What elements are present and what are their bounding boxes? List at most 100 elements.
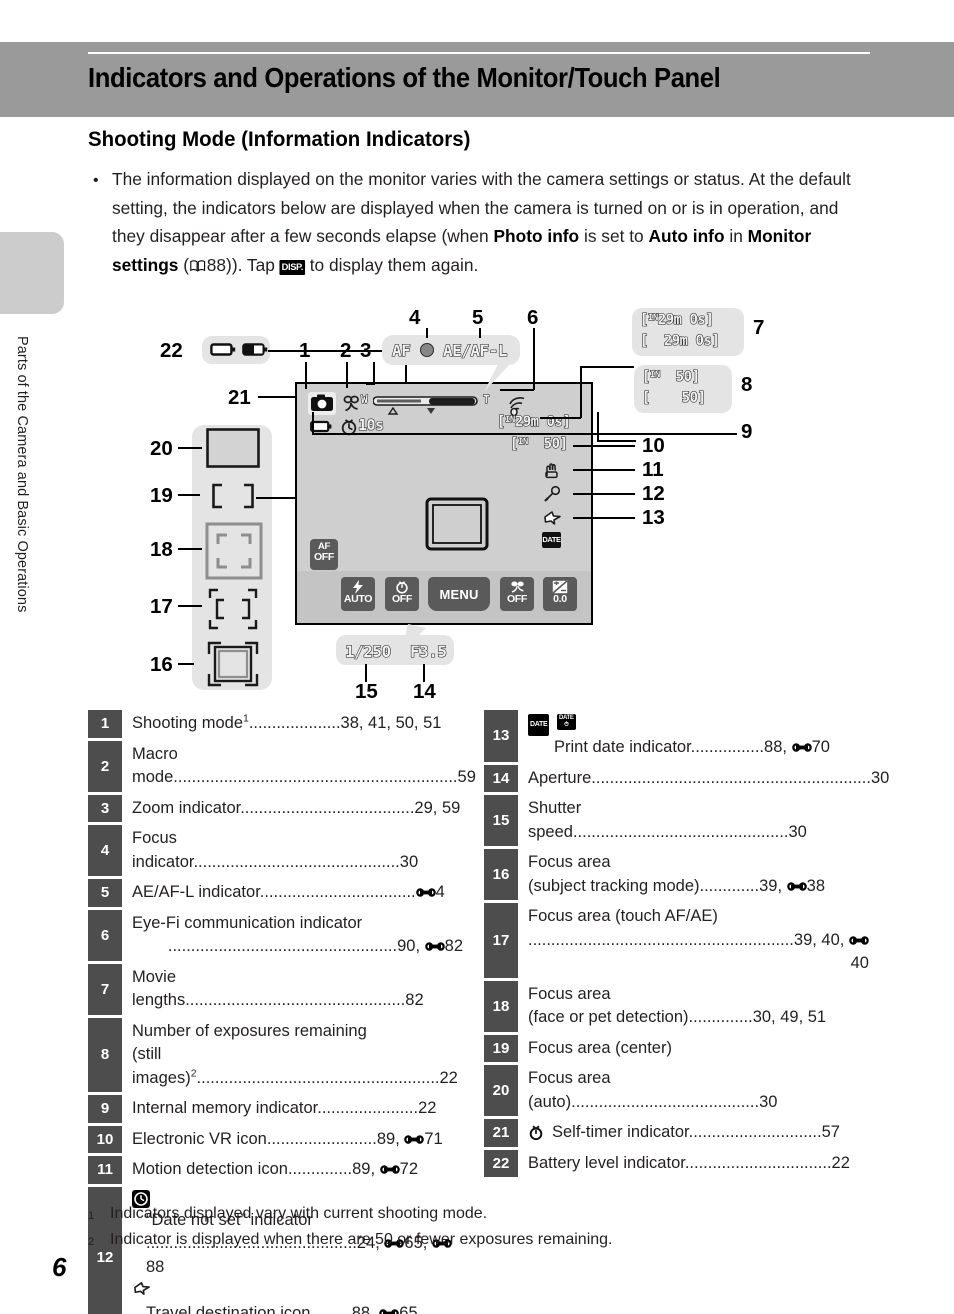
legend-text-9: Internal memory indicator...............… xyxy=(122,1095,463,1123)
battery-full-icon xyxy=(210,343,236,356)
zoom-indicator-bar xyxy=(373,396,478,415)
leader-2 xyxy=(346,362,348,388)
footnote-2: 2 Indicator is displayed when there are … xyxy=(88,1228,878,1254)
legend-page-16b: 38 xyxy=(806,876,825,895)
af-indicator-label: AF xyxy=(391,340,411,360)
legend-dots-20: ........................................… xyxy=(571,1092,760,1111)
legend-column-right: 13 DATE DATE ⏱ Print date indicator......… xyxy=(484,710,889,1180)
legend-page-13a: 88, xyxy=(764,738,792,756)
legend-label-4: Focus indicator xyxy=(132,829,194,871)
legend-dots-4: ........................................… xyxy=(193,852,400,871)
footnote-2-text: Indicator is displayed when there are 50… xyxy=(110,1231,613,1248)
intro-text-3: in xyxy=(724,226,748,246)
callout-20: 20 xyxy=(150,437,173,460)
exposure-comp-label: 0.0 xyxy=(553,593,567,605)
callout-7: 7 xyxy=(753,316,765,339)
manual-page: Indicators and Operations of the Monitor… xyxy=(0,0,954,1314)
legend-row-4: 4 Focus indicator.......................… xyxy=(88,825,463,876)
legend-label-6: Eye-Fi communication indicator xyxy=(132,913,363,932)
legend-label-1: Shooting mode xyxy=(132,714,243,732)
legend-text-3: Zoom indicator..........................… xyxy=(122,795,463,823)
print-date-icon: DATE xyxy=(542,532,561,548)
intro-text-4: ( xyxy=(178,254,190,275)
exposure-comp-key[interactable]: 0.0 xyxy=(543,577,577,611)
legend-page-17a: 39, 40, xyxy=(793,930,849,949)
leader-11 xyxy=(573,469,635,471)
legend-page-9: 22 xyxy=(418,1099,437,1117)
legend-dots-16: ............. xyxy=(699,876,760,895)
leader-7-v xyxy=(580,366,582,418)
legend-num-16: 16 xyxy=(484,849,518,900)
legend-row-5: 5 AE/AF-L indicator.....................… xyxy=(88,879,463,907)
legend-label-12b: Travel destination icon xyxy=(146,1304,311,1314)
legend-page-12b1: 88, xyxy=(351,1304,380,1314)
legend-page-14: 30 xyxy=(870,768,890,787)
legend-num-15: 15 xyxy=(484,795,518,846)
legend-label-13: Print date indicator xyxy=(554,738,691,756)
legend-num-7: 7 xyxy=(88,963,122,1015)
legend-label-18b: (face or pet detection) xyxy=(528,1008,689,1026)
travel-destination-legend-icon xyxy=(134,1281,150,1295)
footnote-1: 1 Indicators displayed vary with current… xyxy=(88,1202,878,1228)
print-date-time-legend-icon: DATE ⏱ xyxy=(556,714,576,730)
touch-af-off-key[interactable]: AF OFF xyxy=(310,539,338,570)
callout-14: 14 xyxy=(413,680,436,703)
page-number: 6 xyxy=(52,1252,67,1282)
legend-page-4: 30 xyxy=(399,852,419,871)
intro-page-ref: 88)). Tap xyxy=(206,254,280,275)
page-title: Indicators and Operations of the Monitor… xyxy=(88,62,721,93)
self-timer-key[interactable]: OFF xyxy=(385,577,419,611)
legend-dots-21: ............................. xyxy=(688,1123,822,1141)
legend-num-2: 2 xyxy=(88,740,122,792)
legend-text-17: Focus area (touch AF/AE) ...............… xyxy=(518,903,869,978)
legend-row-6: 6 Eye-Fi communication indicator .......… xyxy=(88,909,463,961)
menu-key[interactable]: MENU xyxy=(428,577,490,611)
legend-dots-2: ........................................… xyxy=(173,768,458,786)
flash-mode-key[interactable]: AUTO xyxy=(341,577,375,611)
legend-num-5: 5 xyxy=(88,879,122,907)
legend-num-4: 4 xyxy=(88,825,122,876)
leader-17 xyxy=(178,605,202,607)
legend-row-9: 9 Internal memory indicator.............… xyxy=(88,1095,463,1123)
leader-4 xyxy=(426,328,428,338)
bookmark-icon xyxy=(424,941,445,952)
legend-row-17: 17 Focus area (touch AF/AE) ............… xyxy=(484,903,869,978)
footnotes: 1 Indicators displayed vary with current… xyxy=(88,1202,878,1254)
legend-page-3: 29, 59 xyxy=(414,798,461,817)
callout-9: 9 xyxy=(741,420,753,443)
legend-text-22: Battery level indicator.................… xyxy=(518,1150,859,1178)
legend-dots-15: ........................................… xyxy=(572,822,789,841)
leader-7-h xyxy=(580,366,634,368)
leader-3-h xyxy=(366,383,375,385)
legend-num-17: 17 xyxy=(484,903,518,978)
macro-mode-key[interactable]: OFF xyxy=(500,577,534,611)
print-date-legend-icon: DATE xyxy=(528,714,550,736)
callout-21: 21 xyxy=(228,386,251,409)
lcd-self-timer-value: 10s xyxy=(357,415,384,434)
legend-label-16b: (subject tracking mode) xyxy=(528,876,700,895)
callout-17: 17 xyxy=(150,595,173,618)
leader-9-v xyxy=(312,412,314,434)
legend-text-21: Self-timer indicator....................… xyxy=(518,1119,859,1147)
legend-label-17: Focus area (touch AF/AE) xyxy=(528,907,718,925)
legend-text-7: Movie lengths...........................… xyxy=(122,964,463,1015)
aperture-value: F3.5 xyxy=(409,641,447,661)
focus-area-tracking-icon xyxy=(207,641,259,687)
leader-3-v xyxy=(373,362,375,384)
self-timer-key-label: OFF xyxy=(391,593,413,605)
legend-page-11a: 89, xyxy=(352,1160,380,1178)
legend-label-21: Self-timer indicator xyxy=(552,1123,689,1141)
legend-text-14: Aperture................................… xyxy=(518,765,889,793)
focus-area-center-icon xyxy=(212,483,254,509)
legend-num-8: 8 xyxy=(88,1017,122,1092)
legend-label-10: Electronic VR icon xyxy=(132,1129,267,1148)
callout-12: 12 xyxy=(642,482,665,505)
focus-area-face-pet-icon xyxy=(205,522,263,580)
callout-22: 22 xyxy=(160,339,183,362)
zoom-wide-label: W xyxy=(360,392,368,406)
leader-20 xyxy=(178,447,202,449)
callout-19: 19 xyxy=(150,484,173,507)
lcd-shots-remaining: [IN 50] xyxy=(509,435,568,452)
legend-label-22: Battery level indicator xyxy=(528,1153,685,1172)
legend-num-6: 6 xyxy=(88,909,122,961)
